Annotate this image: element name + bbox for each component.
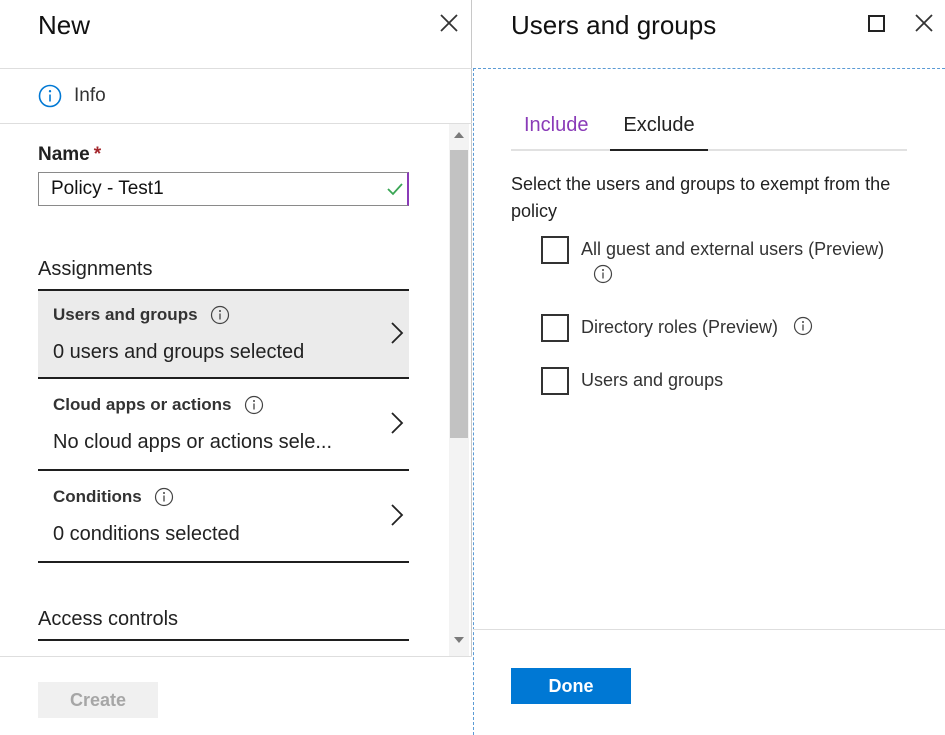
maximize-icon[interactable] [868,15,885,32]
close-icon[interactable] [913,12,935,34]
policy-name-input[interactable] [38,172,409,206]
tab-include[interactable]: Include [524,114,589,151]
scroll-down-arrow[interactable] [454,637,464,643]
info-icon[interactable] [593,264,613,284]
chevron-right-icon [391,322,404,344]
right-footer: Done [473,629,945,735]
item-title: Users and groups [53,305,198,324]
option-label: All guest and external users (Preview) [581,239,885,259]
item-subtitle: 0 users and groups selected [53,341,305,363]
cloud-apps-item[interactable]: Cloud apps or actions No cloud apps or a… [38,381,409,471]
users-and-groups-item[interactable]: Users and groups 0 users and groups sele… [38,289,409,379]
option-label: Directory roles (Preview) [581,317,779,337]
access-controls-divider [38,639,409,641]
checkbox[interactable] [541,367,569,395]
item-subtitle: 0 conditions selected [53,523,240,545]
info-icon[interactable] [210,305,230,325]
checkbox[interactable] [541,236,569,264]
checkbox[interactable] [541,314,569,342]
info-icon[interactable] [154,487,174,507]
header-divider [0,68,472,69]
item-title: Cloud apps or actions [53,395,232,414]
info-icon[interactable] [244,395,264,415]
required-marker: * [93,144,102,165]
item-title: Conditions [53,487,142,506]
focus-outline-top [473,68,945,69]
info-label: Info [74,85,106,106]
option-directory-roles[interactable]: Directory roles (Preview) [541,314,813,342]
info-link[interactable]: Info [38,84,106,108]
scrollbar[interactable] [449,124,469,656]
tab-exclude[interactable]: Exclude [610,114,708,151]
info-icon[interactable] [793,316,813,336]
chevron-right-icon [391,504,404,526]
left-footer: Create [0,656,472,735]
done-button[interactable]: Done [511,668,631,704]
blade-title: Users and groups [511,10,717,40]
include-exclude-tabs: Include Exclude [511,114,907,151]
conditions-item[interactable]: Conditions 0 conditions selected [38,473,409,563]
exclude-description: Select the users and groups to exempt fr… [511,174,891,221]
blade-title: New [38,10,91,40]
policy-form: Name* Assignments Users and groups 0 use… [0,124,472,656]
chevron-right-icon [391,412,404,434]
scroll-thumb[interactable] [450,150,468,438]
assignments-heading: Assignments [38,258,153,280]
info-icon [38,84,62,108]
create-button[interactable]: Create [38,682,158,718]
option-users-and-groups[interactable]: Users and groups [541,367,723,395]
item-subtitle: No cloud apps or actions sele... [53,431,333,453]
new-policy-blade: New Info Name* Assignments Users and gro… [0,0,472,735]
users-and-groups-blade: Users and groups Include Exclude Select … [473,0,945,735]
option-all-guest-users[interactable]: All guest and external users (Preview) [541,236,884,288]
check-icon [387,183,403,196]
access-controls-heading: Access controls [38,608,179,630]
close-icon[interactable] [438,12,460,34]
option-label: Users and groups [581,370,724,390]
scroll-up-arrow[interactable] [454,132,464,138]
name-label: Name * [38,144,102,165]
